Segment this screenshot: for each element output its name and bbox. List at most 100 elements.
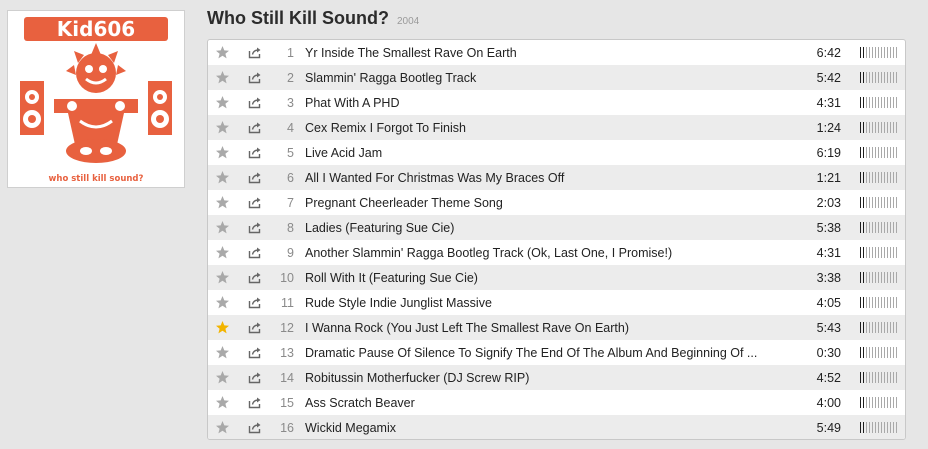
- share-icon[interactable]: [248, 196, 262, 209]
- share-icon[interactable]: [248, 121, 262, 134]
- track-duration: 1:21: [816, 170, 841, 185]
- share-icon[interactable]: [248, 271, 262, 284]
- track-row[interactable]: 4 Cex Remix I Forgot To Finish 1:24: [208, 115, 905, 140]
- star-icon[interactable]: [215, 195, 230, 210]
- star-icon[interactable]: [215, 145, 230, 160]
- popularity-bar: [860, 322, 898, 333]
- track-title[interactable]: Phat With A PHD: [305, 96, 775, 110]
- track-title[interactable]: Cex Remix I Forgot To Finish: [305, 121, 775, 135]
- star-icon[interactable]: [215, 70, 230, 85]
- track-title[interactable]: Ass Scratch Beaver: [305, 396, 775, 410]
- share-icon[interactable]: [248, 421, 262, 434]
- track-row[interactable]: 14 Robitussin Motherfucker (DJ Screw RIP)…: [208, 365, 905, 390]
- star-icon[interactable]: [215, 45, 230, 60]
- popularity-bar: [860, 172, 898, 183]
- popularity-bar: [860, 147, 898, 158]
- popularity-bar: [860, 47, 898, 58]
- star-icon[interactable]: [215, 120, 230, 135]
- popularity-fill: [860, 347, 864, 358]
- album-year: 2004: [396, 16, 420, 27]
- track-title[interactable]: Live Acid Jam: [305, 146, 775, 160]
- track-title[interactable]: Ladies (Featuring Sue Cie): [305, 221, 775, 235]
- track-row[interactable]: 9 Another Slammin' Ragga Bootleg Track (O…: [208, 240, 905, 265]
- star-icon[interactable]: [215, 170, 230, 185]
- track-row[interactable]: 6 All I Wanted For Christmas Was My Brace…: [208, 165, 905, 190]
- track-row[interactable]: 15 Ass Scratch Beaver 4:00: [208, 390, 905, 415]
- star-icon[interactable]: [215, 370, 230, 385]
- popularity-bar: [860, 222, 898, 233]
- popularity-fill: [860, 222, 864, 233]
- star-icon[interactable]: [215, 295, 230, 310]
- popularity-bar: [860, 372, 898, 383]
- track-title[interactable]: I Wanna Rock (You Just Left The Smallest…: [305, 321, 775, 335]
- share-icon[interactable]: [248, 171, 262, 184]
- track-number: 16: [280, 420, 294, 435]
- popularity-fill: [860, 172, 864, 183]
- popularity-bar: [860, 247, 898, 258]
- share-icon[interactable]: [248, 346, 262, 359]
- popularity-fill: [860, 97, 864, 108]
- star-icon[interactable]: [215, 395, 230, 410]
- track-number: 11: [281, 295, 294, 310]
- track-row[interactable]: 1 Yr Inside The Smallest Rave On Earth 6:4…: [208, 40, 905, 65]
- track-title[interactable]: Dramatic Pause Of Silence To Signify The…: [305, 346, 775, 360]
- popularity-bar: [860, 272, 898, 283]
- popularity-bar: [860, 97, 898, 108]
- track-title[interactable]: Roll With It (Featuring Sue Cie): [305, 271, 775, 285]
- share-icon[interactable]: [248, 396, 262, 409]
- track-list: 1 Yr Inside The Smallest Rave On Earth 6:4…: [207, 39, 906, 440]
- share-icon[interactable]: [248, 146, 262, 159]
- star-icon[interactable]: [215, 345, 230, 360]
- popularity-bar: [860, 197, 898, 208]
- track-title[interactable]: Robitussin Motherfucker (DJ Screw RIP): [305, 371, 775, 385]
- popularity-fill: [860, 322, 864, 333]
- share-icon[interactable]: [248, 246, 262, 259]
- star-icon[interactable]: [215, 420, 230, 435]
- star-icon[interactable]: [215, 220, 230, 235]
- track-row[interactable]: 11 Rude Style Indie Junglist Massive 4:05: [208, 290, 905, 315]
- popularity-fill: [860, 297, 864, 308]
- share-icon[interactable]: [248, 71, 262, 84]
- track-number: 12: [280, 320, 294, 335]
- track-title[interactable]: Wickid Megamix: [305, 421, 775, 435]
- share-icon[interactable]: [248, 46, 262, 59]
- star-icon[interactable]: [215, 270, 230, 285]
- track-row[interactable]: 3 Phat With A PHD 4:31: [208, 90, 905, 115]
- track-duration: 5:42: [816, 70, 841, 85]
- track-number: 14: [280, 370, 294, 385]
- track-row[interactable]: 7 Pregnant Cheerleader Theme Song 2:03: [208, 190, 905, 215]
- track-row[interactable]: 5 Live Acid Jam 6:19: [208, 140, 905, 165]
- track-duration: 6:19: [816, 145, 841, 160]
- track-title[interactable]: Rude Style Indie Junglist Massive: [305, 296, 775, 310]
- star-icon[interactable]: [215, 95, 230, 110]
- share-icon[interactable]: [248, 321, 262, 334]
- popularity-fill: [860, 197, 864, 208]
- track-row[interactable]: 12 I Wanna Rock (You Just Left The Smalle…: [208, 315, 905, 340]
- track-number: 6: [287, 170, 294, 185]
- share-icon[interactable]: [248, 221, 262, 234]
- track-duration: 5:38: [816, 220, 841, 235]
- track-row[interactable]: 8 Ladies (Featuring Sue Cie) 5:38: [208, 215, 905, 240]
- track-title[interactable]: Slammin' Ragga Bootleg Track: [305, 71, 775, 85]
- star-icon[interactable]: [215, 245, 230, 260]
- popularity-fill: [860, 247, 864, 258]
- star-icon[interactable]: [215, 320, 230, 335]
- track-duration: 5:49: [816, 420, 841, 435]
- share-icon[interactable]: [248, 96, 262, 109]
- track-title[interactable]: Pregnant Cheerleader Theme Song: [305, 196, 775, 210]
- track-row[interactable]: 10 Roll With It (Featuring Sue Cie) 3:38: [208, 265, 905, 290]
- track-row[interactable]: 13 Dramatic Pause Of Silence To Signify T…: [208, 340, 905, 365]
- track-row[interactable]: 16 Wickid Megamix 5:49: [208, 415, 905, 439]
- svg-text:who still kill sound?: who still kill sound?: [49, 174, 144, 184]
- track-title[interactable]: Yr Inside The Smallest Rave On Earth: [305, 46, 775, 60]
- share-icon[interactable]: [248, 296, 262, 309]
- track-row[interactable]: 2 Slammin' Ragga Bootleg Track 5:42: [208, 65, 905, 90]
- track-duration: 4:00: [816, 395, 841, 410]
- track-number: 5: [287, 145, 294, 160]
- album-cover[interactable]: Kid606 who still kill sound?: [7, 10, 185, 188]
- track-title[interactable]: All I Wanted For Christmas Was My Braces…: [305, 171, 775, 185]
- track-title[interactable]: Another Slammin' Ragga Bootleg Track (Ok…: [305, 246, 775, 260]
- track-duration: 0:30: [816, 345, 841, 360]
- share-icon[interactable]: [248, 371, 262, 384]
- popularity-fill: [860, 122, 864, 133]
